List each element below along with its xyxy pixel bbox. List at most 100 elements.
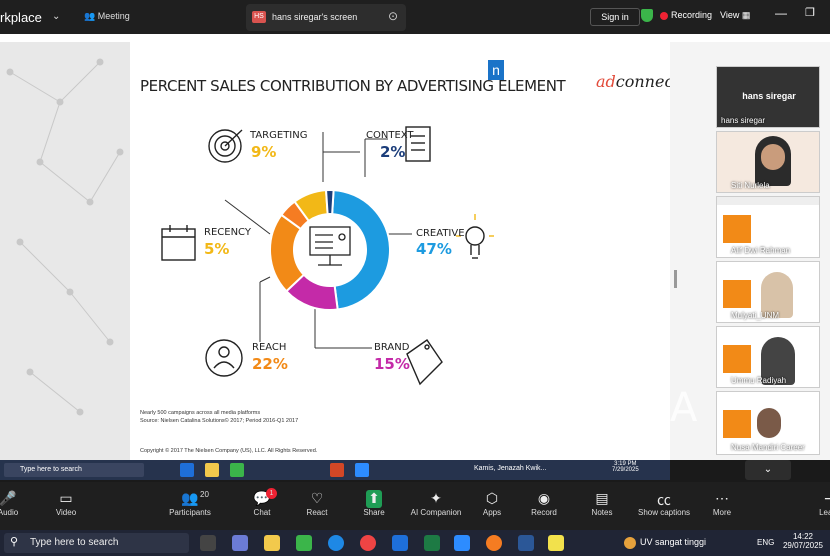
powerpoint-icon	[330, 463, 344, 477]
participant-name: Ummu Radiyah	[731, 376, 787, 385]
chat-button[interactable]: 💬 Chat 1	[232, 488, 292, 517]
unread-badge: 1	[266, 488, 277, 499]
slide-thumb-accent	[723, 345, 751, 373]
record-button[interactable]: ◉ Record	[514, 490, 574, 517]
participant-name: Nusa Mandiri Career	[731, 443, 805, 452]
participant-tile[interactable]: Siti Nurlela	[716, 131, 820, 193]
taskbar-clock[interactable]: 14:22 29/07/2025	[780, 532, 826, 550]
news-ticker: Kamis, Jenazah Kwik...	[474, 465, 547, 472]
weather-label[interactable]: UV sangat tinggi	[640, 537, 706, 547]
pct-targeting: 9%	[251, 143, 277, 161]
react-button[interactable]: ♡ React	[287, 490, 347, 517]
edge-icon[interactable]	[328, 535, 344, 551]
participant-tile[interactable]: Alif Dwi Rahman	[716, 196, 820, 258]
zoom-icon[interactable]	[454, 535, 470, 551]
video-button[interactable]: ▭ Video	[36, 490, 96, 517]
copilot-icon[interactable]	[232, 535, 248, 551]
pct-reach: 22%	[252, 355, 288, 373]
mic-icon: 🎤	[0, 490, 17, 506]
more-icon: ⋯	[715, 490, 729, 506]
tag-icon	[406, 339, 443, 386]
face	[761, 144, 785, 170]
chrome-icon[interactable]	[360, 535, 376, 551]
network-decoration	[6, 58, 124, 416]
control-label: Video	[55, 508, 77, 517]
control-label: AI Companion	[410, 508, 462, 517]
more-icon[interactable]: ⊙	[388, 9, 398, 23]
more-button[interactable]: ⋯ More	[692, 490, 752, 517]
notes-app-icon[interactable]	[548, 535, 564, 551]
slide-thumb-accent	[723, 410, 751, 438]
reach-icon	[205, 339, 243, 377]
leave-icon: ⇥	[824, 490, 830, 506]
participant-count: 20	[200, 490, 209, 499]
footnote-source: Source: Nielsen Catalina Solutions© 2017…	[140, 418, 299, 424]
target-icon	[208, 129, 243, 163]
weather-icon	[624, 537, 636, 549]
pct-recency: 5%	[204, 240, 230, 258]
label-reach: REACH	[252, 342, 287, 353]
restore-icon[interactable]: ❐	[805, 6, 815, 19]
control-label: Record	[531, 508, 557, 517]
control-label: More	[712, 508, 732, 517]
meeting-tab[interactable]: 👥 Meeting	[84, 11, 130, 22]
scroll-handle[interactable]	[674, 270, 677, 288]
sparkle-icon: ✦	[430, 490, 442, 506]
participant-tile[interactable]: Ummu Radiyah	[716, 326, 820, 388]
folder-icon	[205, 463, 219, 477]
participant-tile-host[interactable]: hans siregar hans siregar	[716, 66, 820, 128]
windows-taskbar: Type here to search ⚲ UV sangat tinggi E…	[0, 530, 830, 556]
pct-creative: 47%	[416, 240, 452, 258]
slide-thumb-accent	[723, 280, 751, 308]
share-button[interactable]: ⬆ Share	[344, 490, 404, 517]
language-indicator[interactable]: ENG	[757, 538, 774, 547]
host-name: hans siregar	[742, 91, 796, 101]
overlay-letter: A	[670, 385, 698, 431]
outlook-icon[interactable]	[392, 535, 408, 551]
shield-icon[interactable]	[641, 9, 653, 22]
pct-brand: 15%	[374, 355, 410, 373]
tab-title: hans siregar's screen	[272, 12, 358, 22]
meeting-controls: 🎤 Audio ▭ Video 👥 Participants 20 💬 Chat 1 ♡ React ⬆…	[0, 482, 830, 530]
participant-tile[interactable]: Nusa Mandiri Career	[716, 391, 820, 455]
participant-tile[interactable]: Mulyati_UNM	[716, 261, 820, 323]
share-icon: ⬆	[366, 490, 382, 508]
video-icon: ▭	[59, 490, 73, 506]
folder-icon[interactable]	[264, 535, 280, 551]
record-icon: ◉	[537, 490, 551, 506]
store-icon[interactable]	[296, 535, 312, 551]
shared-taskbar: Type here to search Kamis, Jenazah Kwik.…	[0, 460, 670, 480]
apps-button[interactable]: ⬡ Apps	[462, 490, 522, 517]
slide-thumb-accent	[723, 215, 751, 243]
chevron-down-icon[interactable]: ⌄	[52, 11, 60, 22]
participants-button[interactable]: 👥 Participants 20	[160, 490, 220, 517]
ai-companion-button[interactable]: ✦ AI Companion	[406, 490, 466, 517]
copyright: Copyright © 2017 The Nielsen Company (US…	[140, 448, 318, 454]
audio-button[interactable]: 🎤 Audio	[0, 490, 38, 517]
user-avatar-badge: HS	[252, 11, 266, 23]
taskbar-search-box[interactable]: Type here to search	[4, 533, 189, 553]
slice-context	[324, 189, 335, 216]
participant-name: Mulyati_UNM	[731, 311, 780, 320]
heart-icon: ♡	[310, 490, 324, 506]
view-button[interactable]: View ▦	[720, 10, 750, 21]
notes-button[interactable]: ▤ Notes	[572, 490, 632, 517]
task-view-icon[interactable]	[200, 535, 216, 551]
word-icon[interactable]	[518, 535, 534, 551]
show-captions-button[interactable]: ㏄ Show captions	[634, 490, 694, 517]
collapse-gallery-button[interactable]: ⌄	[745, 460, 791, 480]
workspace-label: rkplace	[0, 10, 42, 25]
calendar-icon	[161, 225, 196, 261]
recording-label[interactable]: Recording	[671, 10, 712, 20]
signin-button[interactable]: Sign in	[590, 8, 640, 26]
excel-icon[interactable]	[424, 535, 440, 551]
label-context: CONTEXT	[366, 130, 414, 141]
label-creative: CREATIVE	[416, 228, 465, 239]
firefox-icon[interactable]	[486, 535, 502, 551]
control-label: Audio	[0, 508, 19, 517]
minimize-icon[interactable]: —	[775, 6, 787, 20]
spacer	[0, 34, 830, 42]
control-label: Participants	[169, 508, 211, 517]
pct-context: 2%	[380, 143, 406, 161]
leave-button[interactable]: ⇥ Leave	[800, 490, 830, 517]
